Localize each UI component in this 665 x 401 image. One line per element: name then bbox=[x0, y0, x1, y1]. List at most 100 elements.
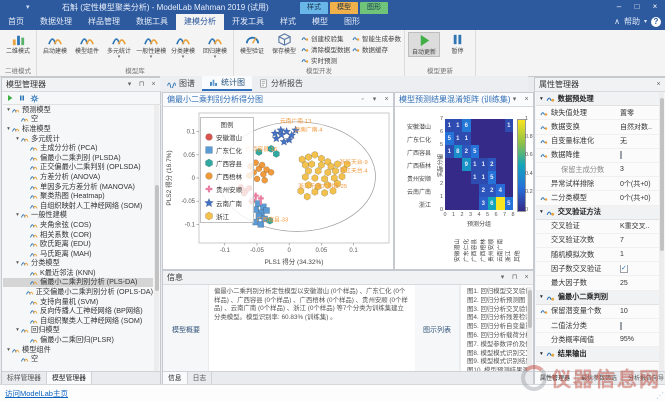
ribbon-button-智能生成参数[interactable]: 智能生成参数 bbox=[352, 33, 401, 43]
figure-list-item[interactable]: 图2. 回归分析预测图 bbox=[467, 297, 528, 306]
prop-row-随机模拟次数[interactable]: 随机模拟次数1 bbox=[536, 248, 664, 262]
ribbon-tab-样品管理[interactable]: 样品管理 bbox=[80, 14, 128, 30]
info-pin-icon[interactable]: ⊓ bbox=[510, 271, 519, 284]
ribbon-button-多元统计[interactable]: 多元统计▾ bbox=[104, 32, 134, 59]
ribbon-button-自动更新[interactable]: 自动更新 bbox=[408, 32, 440, 57]
tree-item[interactable]: K最近邻法 (KNN) bbox=[3, 268, 153, 278]
ribbon-context-tab-样式[interactable]: 样式 bbox=[272, 14, 304, 30]
ribbon-button-创建校验集[interactable]: 创建校验集 bbox=[301, 33, 350, 43]
tree-item[interactable]: 正交偏最小二乘判别分析 (OPLS-DA) bbox=[3, 287, 153, 297]
figure-list-item[interactable]: 图7. 模型参数评价及优化 bbox=[467, 341, 528, 350]
heatmap-menu-caret-icon[interactable]: ▾ bbox=[510, 93, 519, 106]
ribbon-button-数据缓存[interactable]: 数据缓存 bbox=[352, 44, 401, 54]
figure-list-item[interactable]: 图1. 回归模型交叉验证均方根误差 (RMSECV) bbox=[467, 288, 528, 297]
tree-item[interactable]: 单因多元方差分析 (MANOVA) bbox=[3, 182, 153, 192]
quick-access-caret-icon[interactable]: ▾ bbox=[26, 3, 30, 11]
prop-row-数据变换[interactable]: 数据变换自然对数.. bbox=[536, 120, 664, 134]
panel-menu-caret-icon[interactable]: ▾ bbox=[125, 78, 134, 91]
pause-model-icon[interactable] bbox=[18, 94, 26, 102]
tree-item[interactable]: 方差分析 (ANOVA) bbox=[3, 172, 153, 182]
chevron-down-icon[interactable]: ▾ bbox=[644, 18, 647, 25]
tree-item[interactable]: 空 bbox=[3, 354, 153, 364]
ribbon-button-暂停[interactable]: 暂停 bbox=[442, 32, 472, 55]
collapse-ribbon-icon[interactable]: ∧ bbox=[614, 17, 620, 26]
legend-item-安徽潜山[interactable]: 安徽潜山 bbox=[201, 130, 253, 143]
figure-list-item[interactable]: 图5. 回归分析自变量重要性分析 bbox=[467, 323, 528, 332]
plot-menu-caret-icon[interactable]: ▾ bbox=[370, 93, 379, 106]
legend-item-广西容县[interactable]: 广西容县 bbox=[201, 156, 253, 169]
tree-item[interactable]: ▾一般性建模 bbox=[3, 211, 153, 221]
tree-item[interactable]: ▾回归模型 bbox=[3, 326, 153, 336]
tree-item[interactable]: ▾分类模型 bbox=[3, 259, 153, 269]
tree-scrollbar[interactable] bbox=[154, 105, 159, 371]
ribbon-tab-建模分析[interactable]: 建模分析 bbox=[176, 14, 224, 30]
prop-row-保留主成分数[interactable]: 保留主成分数3 bbox=[536, 163, 664, 177]
prop-row-保留潜变量个数[interactable]: 保留潜变量个数10 bbox=[536, 305, 664, 319]
prop-row-最大因子数[interactable]: 最大因子数25 bbox=[536, 276, 664, 290]
prop-row-二分类模型[interactable]: 二分类模型0个(共+0) bbox=[536, 191, 664, 205]
ribbon-button-回归建模[interactable]: 回归建模▾ bbox=[200, 32, 230, 59]
ribbon-button-二维模式[interactable]: 二维模式 bbox=[3, 32, 33, 55]
tree-item[interactable]: 自组织聚类人工神经网络 (SOM) bbox=[3, 316, 153, 326]
ribbon-context-tab-图形[interactable]: 图形 bbox=[336, 14, 368, 30]
ribbon-button-启动建模[interactable]: 启动建模 bbox=[40, 32, 70, 55]
ribbon-tab-数据处理[interactable]: 数据处理 bbox=[32, 14, 80, 30]
tree-item[interactable]: ▾多元统计 bbox=[3, 134, 153, 144]
checkbox-empty[interactable] bbox=[620, 322, 622, 330]
tree-item[interactable]: 自组织映射人工神经网络 (SOM) bbox=[3, 201, 153, 211]
modellab-home-link[interactable]: 访问ModelLab主页 bbox=[5, 388, 68, 399]
ribbon-tab-首页[interactable]: 首页 bbox=[0, 14, 32, 30]
tree-item[interactable]: 支持向量机 (SVM) bbox=[3, 297, 153, 307]
tree-item[interactable]: 主成分分析 (PCA) bbox=[3, 143, 153, 153]
tree-item[interactable]: 空 bbox=[3, 115, 153, 125]
ribbon-button-模型验证[interactable]: 模型验证 bbox=[237, 32, 267, 55]
figure-list-item[interactable]: 图6. 回归分析载荷分析 bbox=[467, 332, 528, 341]
view-tab-统计图[interactable]: 统计图 bbox=[202, 76, 252, 91]
tree-item[interactable]: ▾模型组件 bbox=[3, 345, 153, 355]
prop-row-交叉验证次数[interactable]: 交叉验证次数7 bbox=[536, 234, 664, 248]
figure-list-item[interactable]: 图4. 回归分析残差检验 bbox=[467, 314, 528, 323]
prop-row-数据降维[interactable]: 数据降维 bbox=[536, 149, 664, 163]
props-scrollbar[interactable] bbox=[659, 92, 664, 371]
legend-item-广西梧林[interactable]: 广西梧林 bbox=[201, 170, 253, 183]
panel-pin-icon[interactable]: ⊓ bbox=[137, 78, 146, 91]
run-model-icon[interactable] bbox=[6, 94, 14, 102]
ribbon-context-tab-模型[interactable]: 模型 bbox=[304, 14, 336, 30]
prop-row-自变量标准化[interactable]: 自变量标准化无 bbox=[536, 135, 664, 149]
prop-row-交叉验证[interactable]: 交叉验证K重交叉.. bbox=[536, 220, 664, 234]
info-scrollbar[interactable] bbox=[527, 287, 532, 371]
heatmap-close-icon[interactable]: × bbox=[522, 93, 531, 106]
info-close-icon[interactable]: × bbox=[522, 271, 531, 284]
tree-item[interactable]: ▾标准模型 bbox=[3, 124, 153, 134]
figure-list-item[interactable]: 图9. 模型模式识别结果 (验证集) bbox=[467, 358, 528, 367]
maximize-button[interactable]: □ bbox=[629, 1, 645, 13]
prop-row-异常试样排除[interactable]: 异常试样排除0个(共+0) bbox=[536, 177, 664, 191]
tree-item[interactable]: 偏最小二乘判别分析 (PLS-DA) bbox=[3, 278, 153, 288]
panel-close-icon[interactable]: × bbox=[149, 78, 158, 91]
ribbon-button-一般性建模[interactable]: 一般性建模▾ bbox=[136, 32, 166, 59]
view-tab-图谱[interactable]: 图谱 bbox=[160, 76, 202, 91]
tree-item[interactable]: ▾预测模型 bbox=[3, 105, 153, 115]
ribbon-button-保存模型[interactable]: 保存模型 bbox=[269, 32, 299, 55]
prop-row-二值法分类[interactable]: 二值法分类 bbox=[536, 319, 664, 333]
ribbon-button-实时预测[interactable]: 实时预测 bbox=[301, 55, 350, 65]
plot-tools-icon[interactable]: ◦ bbox=[358, 93, 367, 106]
tree-item[interactable]: 偏最小二乘回归(PLSR) bbox=[3, 335, 153, 345]
help-icon[interactable]: ? bbox=[651, 17, 661, 27]
ribbon-button-分类建模[interactable]: 分类建模▾ bbox=[168, 32, 198, 59]
tree-item[interactable]: 夹角余弦 (COS) bbox=[3, 220, 153, 230]
info-menu-caret-icon[interactable]: ▾ bbox=[498, 271, 507, 284]
tree-item[interactable]: 马氏距离 (MAH) bbox=[3, 249, 153, 259]
tree-item[interactable]: 相关系数 (COR) bbox=[3, 230, 153, 240]
plot-close-icon[interactable]: × bbox=[382, 93, 391, 106]
close-button[interactable]: × bbox=[647, 1, 663, 13]
props-close-icon[interactable]: × bbox=[654, 78, 663, 91]
help-label[interactable]: 帮助 bbox=[624, 16, 640, 27]
checkbox-empty[interactable] bbox=[620, 151, 622, 159]
legend-item-云南广南[interactable]: 云南广南 bbox=[201, 196, 253, 209]
prop-row-分类概率阈值[interactable]: 分类概率阈值95% bbox=[536, 333, 664, 347]
minimize-button[interactable]: – bbox=[611, 1, 627, 13]
tree-item[interactable]: 偏最小二乘判别 (PLSDA) bbox=[3, 153, 153, 163]
legend-item-贵州安顺[interactable]: 贵州安顺 bbox=[201, 183, 253, 196]
tree-item[interactable]: 欧氏距离 (EDU) bbox=[3, 239, 153, 249]
